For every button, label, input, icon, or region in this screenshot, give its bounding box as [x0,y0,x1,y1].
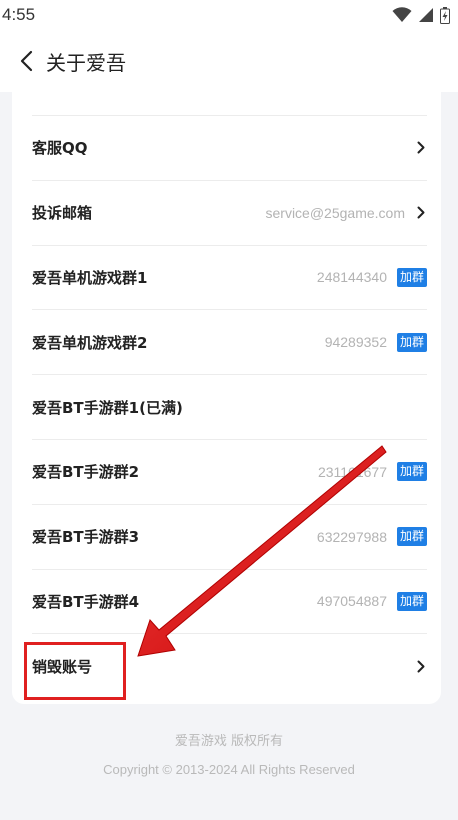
join-group-button[interactable]: 加群 [396,462,427,482]
footer-copyright: Copyright © 2013-2024 All Rights Reserve… [103,762,355,777]
list-item-delete-account[interactable]: 销毁账号 [32,634,427,699]
status-time: 4:55 [2,5,36,24]
row-label: 爱吾BT手游群1(已满) [32,398,183,417]
row-label: 投诉邮箱 [32,204,93,223]
email-value: service@25game.com [265,204,406,221]
group-number: 231161677 [317,463,387,480]
group-number: 497054887 [316,593,387,610]
list-item-bt-group-1: 爱吾BT手游群1(已满) [32,375,427,440]
chevron-right-icon [415,206,427,220]
footer-brand: 爱吾游戏 版权所有 [174,734,284,749]
join-group-button[interactable]: 加群 [396,591,427,611]
chevron-right-icon [415,660,427,674]
row-label: 爱吾BT手游群3 [32,528,140,547]
group-number: 248144340 [316,269,387,286]
list-item-customer-qq[interactable]: 客服QQ [32,116,427,181]
list-item-group-1: 爱吾单机游戏群1 248144340 加群 [32,246,427,311]
join-group-button[interactable]: 加群 [396,332,427,352]
row-label: 爱吾单机游戏群2 [32,333,148,352]
list-item-bt-group-4: 爱吾BT手游群4 497054887 加群 [32,570,427,635]
list-item-bt-group-2: 爱吾BT手游群2 231161677 加群 [32,440,427,505]
row-label: 爱吾单机游戏群1 [32,268,148,287]
row-label: 爱吾BT手游群2 [32,463,140,482]
group-number: 94289352 [324,334,387,351]
status-icons [392,6,450,24]
list-item-partial [32,92,427,116]
page-title: 关于爱吾 [46,50,126,75]
group-number: 632297988 [316,528,387,545]
list-item-complaint-email[interactable]: 投诉邮箱 service@25game.com [32,181,427,246]
status-bar: 4:55 [0,0,458,30]
about-info-card: 客服QQ 投诉邮箱 service@25game.com 爱吾单机游戏群1 24… [12,92,441,704]
list-item-bt-group-3: 爱吾BT手游群3 632297988 加群 [32,505,427,570]
battery-charging-icon [440,6,450,24]
nav-bar: 关于爱吾 [0,30,458,92]
join-group-button[interactable]: 加群 [396,267,427,287]
chevron-left-icon [20,50,33,72]
wifi-icon [392,7,412,22]
row-label: 销毁账号 [32,658,93,677]
row-label: 爱吾BT手游群4 [32,592,140,611]
join-group-button[interactable]: 加群 [396,527,427,547]
row-label: 客服QQ [32,139,88,158]
back-button[interactable] [6,41,46,81]
chevron-right-icon [415,141,427,155]
list-item-group-2: 爱吾单机游戏群2 94289352 加群 [32,310,427,376]
signal-icon [419,8,433,22]
